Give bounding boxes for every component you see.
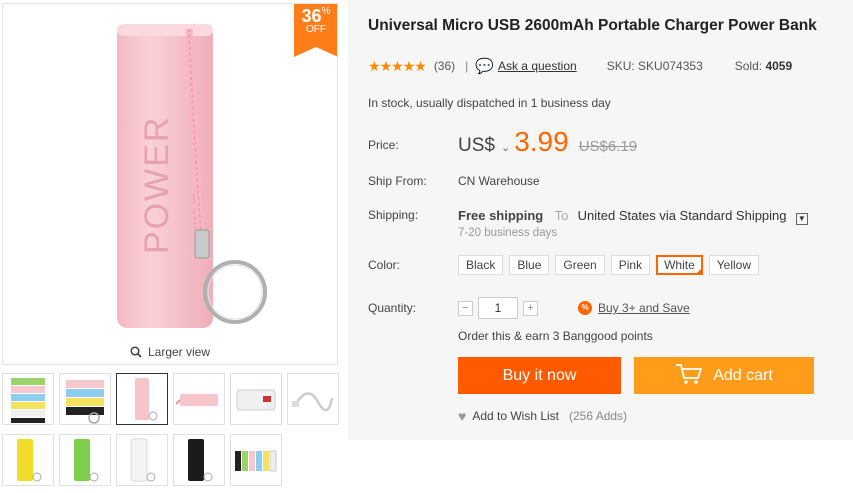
quantity-decrease-button[interactable]: − xyxy=(458,300,473,316)
larger-view-label: Larger view xyxy=(147,345,211,359)
product-title: Universal Micro USB 2600mAh Portable Cha… xyxy=(368,17,817,34)
power-bank-image: POWER BANK xyxy=(117,24,267,328)
color-option-white[interactable]: White xyxy=(656,255,703,275)
price-row: US$ ⌄ 3.99 US$6.19 xyxy=(458,126,637,158)
pink-power-bank-image xyxy=(135,378,158,421)
multicolor-keyring-image xyxy=(66,380,104,424)
usb-cable-image xyxy=(292,392,334,412)
color-option-pink[interactable]: Pink xyxy=(610,255,651,275)
white-power-bank-image xyxy=(130,438,156,482)
meta-separator: | xyxy=(465,59,469,73)
ship-from-label: Ship From: xyxy=(368,174,427,188)
thumb-multicolor-keyring[interactable] xyxy=(59,373,111,425)
thumb-multicolor-stack[interactable] xyxy=(2,373,54,425)
earn-points-text: Order this & earn 3 Banggood points xyxy=(458,329,653,343)
buy-now-button[interactable]: Buy it now xyxy=(458,357,621,394)
ship-from-value[interactable]: CN Warehouse xyxy=(458,174,540,188)
currency-selector[interactable]: US$ xyxy=(458,135,495,157)
color-option-blue[interactable]: Blue xyxy=(509,255,550,275)
wishlist-row[interactable]: ♥ Add to Wish List (256 Adds) xyxy=(458,408,627,424)
price-label: Price: xyxy=(368,138,399,152)
sold-count: Sold: 4059 xyxy=(735,59,792,73)
color-label: Color: xyxy=(368,258,401,272)
thumb-green-power-bank[interactable] xyxy=(59,434,111,486)
discount-badge: 36% OFF xyxy=(294,4,337,57)
magnifier-icon xyxy=(130,346,142,358)
shipping-info: Free shipping To United States via Stand… xyxy=(458,208,808,225)
ask-question-link[interactable]: Ask a question xyxy=(498,59,577,73)
product-info-panel: Universal Micro USB 2600mAh Portable Cha… xyxy=(348,0,853,440)
quantity-input[interactable]: 1 xyxy=(478,297,518,319)
thumb-pink-power-bank[interactable] xyxy=(116,373,168,425)
current-price: 3.99 xyxy=(514,126,569,157)
thumb-color-lineup[interactable] xyxy=(230,434,282,486)
discount-off-label: OFF xyxy=(306,24,326,35)
thumb-black-power-bank[interactable] xyxy=(173,434,225,486)
discount-percent: 36 xyxy=(301,6,322,26)
star-icon: ★ xyxy=(414,58,427,74)
rating-stars[interactable]: ★ ★ ★ ★ ★ xyxy=(368,58,427,74)
thumb-usb-cable[interactable] xyxy=(287,373,339,425)
sold-number: 4059 xyxy=(765,59,793,73)
color-options: Black Blue Green Pink White Yellow xyxy=(458,255,765,275)
heart-icon: ♥ xyxy=(458,408,467,424)
yellow-power-bank-image xyxy=(17,439,42,482)
star-icon: ★ xyxy=(368,58,381,74)
multicolor-stack-image xyxy=(11,378,45,423)
chevron-down-icon[interactable]: ⌄ xyxy=(501,141,510,154)
shipping-label: Shipping: xyxy=(368,208,419,222)
thumb-yellow-power-bank[interactable] xyxy=(2,434,54,486)
cart-icon xyxy=(676,364,703,384)
color-option-green[interactable]: Green xyxy=(555,255,605,275)
main-product-image[interactable]: POWER BANK 36% OFF Larger view xyxy=(2,3,338,365)
wishlist-count: (256 Adds) xyxy=(569,409,628,423)
buy3-save-link-wrap: % Buy 3+ and Save xyxy=(578,301,690,315)
star-icon: ★ xyxy=(391,58,404,74)
add-cart-button[interactable]: Add cart xyxy=(634,357,814,394)
quantity-stepper: − 1 + % Buy 3+ and Save xyxy=(458,297,690,319)
thumb-white-port[interactable] xyxy=(230,373,282,425)
black-power-bank-image xyxy=(188,439,213,482)
shipping-destination[interactable]: United States via Standard Shipping xyxy=(578,208,787,223)
chat-bubble-icon: 💬 xyxy=(475,58,494,75)
quantity-increase-button[interactable]: + xyxy=(523,300,538,316)
stock-status: In stock, usually dispatched in 1 busine… xyxy=(368,96,611,110)
review-count[interactable]: (36) xyxy=(434,59,455,73)
white-port-image xyxy=(236,389,276,411)
add-to-wishlist-link[interactable]: Add to Wish List xyxy=(472,409,559,423)
star-icon: ★ xyxy=(402,58,416,74)
original-price: US$6.19 xyxy=(578,138,638,155)
percent-icon: % xyxy=(578,301,592,315)
larger-view-link[interactable]: Larger view xyxy=(3,345,337,359)
thumb-pink-lying[interactable] xyxy=(173,373,225,425)
sold-label: Sold: xyxy=(734,59,763,73)
add-cart-label: Add cart xyxy=(713,367,773,384)
to-text: To xyxy=(554,208,569,223)
thumb-white-power-bank[interactable] xyxy=(116,434,168,486)
star-icon: ★ xyxy=(379,58,393,74)
green-power-bank-image xyxy=(74,439,99,482)
sku-text: SKU: SKU074353 xyxy=(606,59,703,73)
delivery-days: 7-20 business days xyxy=(458,227,558,239)
chevron-down-icon[interactable]: ▼ xyxy=(795,213,808,225)
pink-lying-image xyxy=(175,394,218,406)
free-shipping-text: Free shipping xyxy=(458,208,544,223)
color-lineup-image xyxy=(235,450,277,472)
percent-sign: % xyxy=(321,6,331,17)
product-meta-row: ★ ★ ★ ★ ★ (36) | 💬 Ask a question SKU: S… xyxy=(368,57,792,75)
color-option-yellow[interactable]: Yellow xyxy=(708,255,760,275)
svg-text:POWER: POWER xyxy=(138,116,176,254)
quantity-label: Quantity: xyxy=(368,301,417,315)
color-option-black[interactable]: Black xyxy=(458,255,504,275)
buy3-save-link[interactable]: Buy 3+ and Save xyxy=(598,301,690,315)
